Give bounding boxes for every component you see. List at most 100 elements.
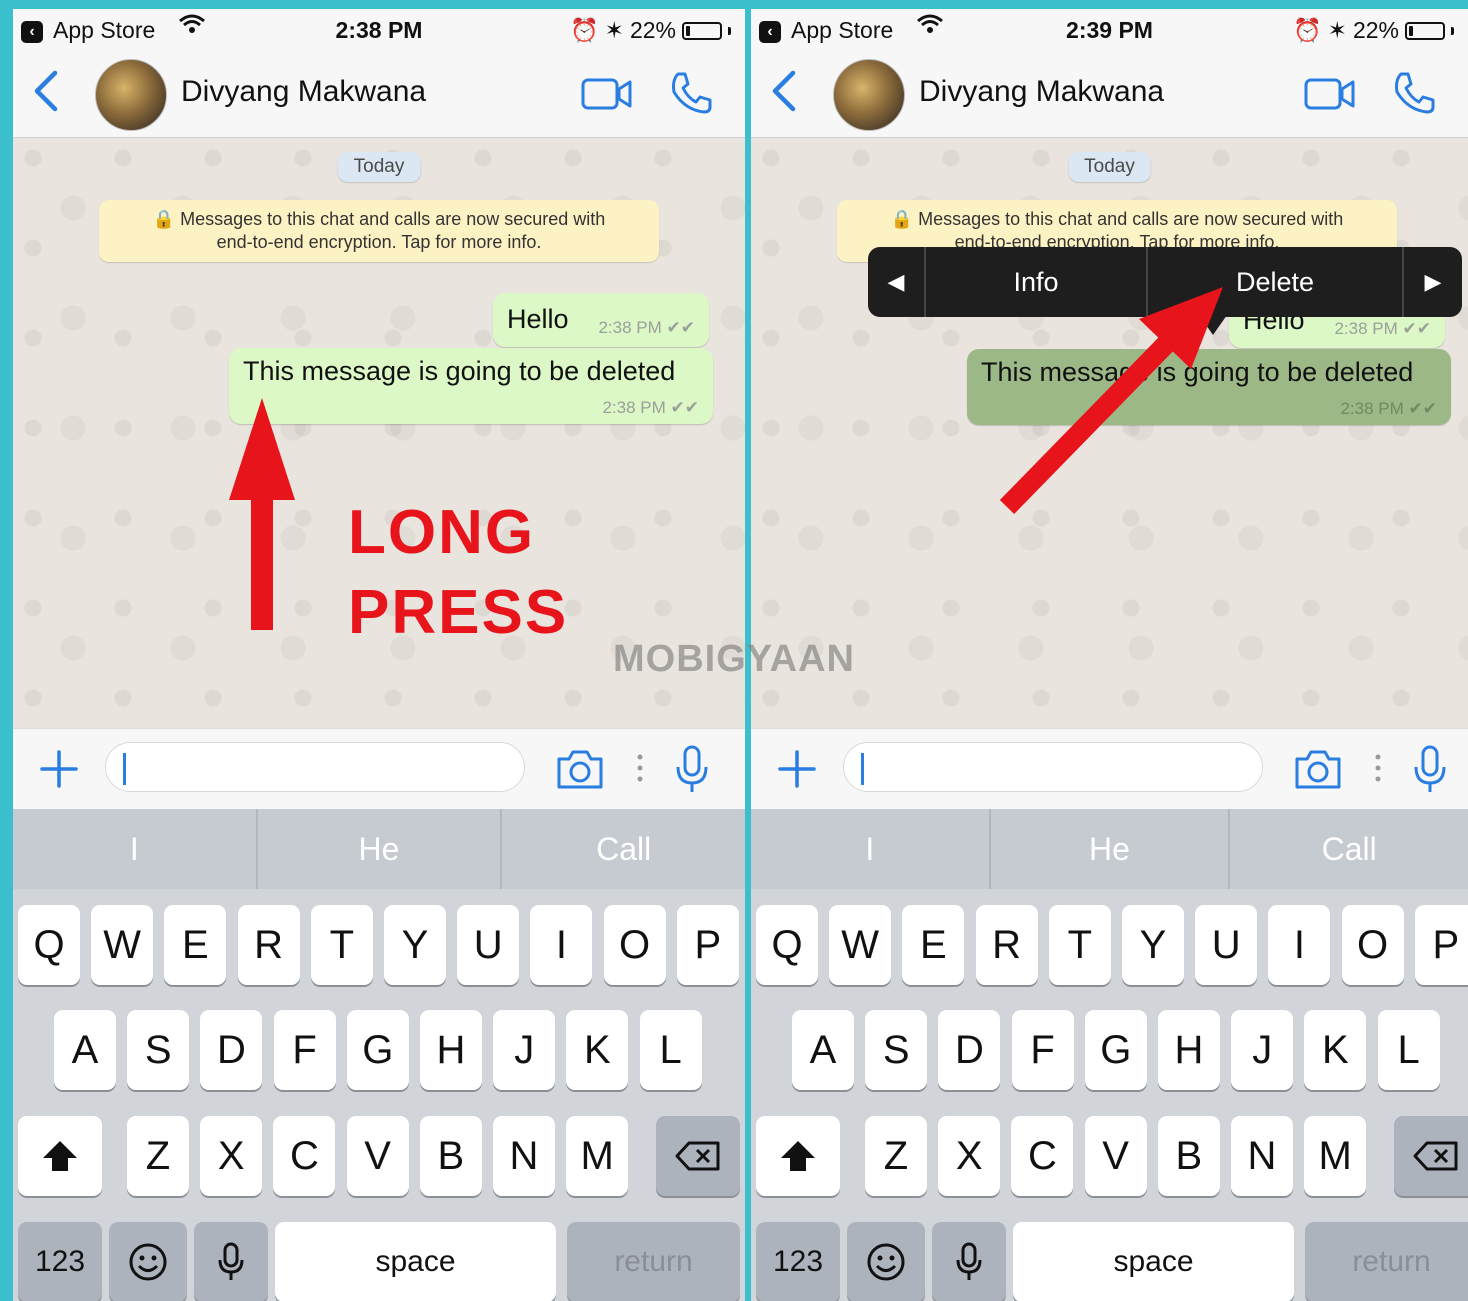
plus-icon[interactable] (777, 749, 817, 789)
key-u[interactable]: U (457, 905, 520, 985)
contact-name[interactable]: Divyang Makwana (919, 75, 1164, 109)
key-s[interactable]: S (865, 1010, 928, 1090)
emoji-key[interactable] (109, 1222, 187, 1301)
return-key[interactable]: return (567, 1222, 740, 1301)
key-k[interactable]: K (566, 1010, 629, 1090)
camera-icon[interactable] (1293, 747, 1343, 791)
microphone-icon[interactable] (675, 745, 709, 795)
key-f[interactable]: F (1011, 1010, 1074, 1090)
key-h[interactable]: H (420, 1010, 482, 1090)
key-q[interactable]: Q (756, 905, 818, 985)
key-f[interactable]: F (273, 1010, 336, 1090)
key-t[interactable]: T (310, 905, 373, 985)
space-key[interactable]: space (275, 1222, 556, 1301)
key-e[interactable]: E (902, 905, 965, 985)
key-n[interactable]: N (1231, 1116, 1293, 1196)
key-a[interactable]: A (792, 1010, 854, 1090)
suggestion-3[interactable]: Call (502, 809, 745, 889)
backspace-key[interactable] (656, 1116, 740, 1196)
key-b[interactable]: B (419, 1116, 482, 1196)
key-i[interactable]: I (530, 905, 593, 985)
key-p[interactable]: P (676, 905, 739, 985)
key-d[interactable]: D (200, 1010, 263, 1090)
key-v[interactable]: V (346, 1116, 409, 1196)
key-m[interactable]: M (1304, 1116, 1367, 1196)
key-c[interactable]: C (1011, 1116, 1074, 1196)
menu-prev-arrow[interactable]: ◀ (868, 247, 924, 317)
menu-info-button[interactable]: Info (926, 247, 1146, 317)
battery-percent: 22% (629, 17, 676, 43)
backspace-key[interactable] (1394, 1116, 1468, 1196)
key-l[interactable]: L (639, 1010, 702, 1090)
key-a[interactable]: A (54, 1010, 116, 1090)
key-r[interactable]: R (237, 905, 300, 985)
key-z[interactable]: Z (127, 1116, 189, 1196)
key-t[interactable]: T (1048, 905, 1111, 985)
key-g[interactable]: G (346, 1010, 409, 1090)
suggestion-bar: I He Call (13, 809, 745, 889)
video-call-icon[interactable] (581, 77, 633, 111)
numbers-key[interactable]: 123 (18, 1222, 102, 1301)
microphone-icon[interactable] (1413, 745, 1447, 795)
key-w[interactable]: W (91, 905, 154, 985)
return-key[interactable]: return (1305, 1222, 1468, 1301)
suggestion-2[interactable]: He (258, 809, 503, 889)
key-r[interactable]: R (975, 905, 1038, 985)
avatar[interactable] (95, 59, 167, 131)
key-g[interactable]: G (1084, 1010, 1147, 1090)
message-input[interactable] (843, 742, 1263, 792)
suggestion-1[interactable]: I (751, 809, 991, 889)
avatar[interactable] (833, 59, 905, 131)
key-b[interactable]: B (1157, 1116, 1220, 1196)
phone-icon[interactable] (669, 71, 713, 115)
key-k[interactable]: K (1304, 1010, 1367, 1090)
suggestion-2[interactable]: He (991, 809, 1231, 889)
suggestion-1[interactable]: I (13, 809, 258, 889)
dictation-key[interactable] (932, 1222, 1006, 1301)
key-h[interactable]: H (1158, 1010, 1220, 1090)
key-v[interactable]: V (1084, 1116, 1147, 1196)
phone-screen-delete-menu: ‹ App Store 2:39 PM ⏰ ✶ 22% Divyang Makw… (751, 9, 1468, 1301)
shift-key[interactable] (18, 1116, 102, 1196)
key-m[interactable]: M (566, 1116, 629, 1196)
key-y[interactable]: Y (1122, 905, 1184, 985)
chat-area[interactable]: Today 🔒 Messages to this chat and calls … (751, 138, 1468, 728)
message-input[interactable] (105, 742, 525, 792)
key-z[interactable]: Z (865, 1116, 927, 1196)
key-o[interactable]: O (1341, 905, 1404, 985)
suggestion-3[interactable]: Call (1230, 809, 1468, 889)
video-call-icon[interactable] (1304, 77, 1356, 111)
back-icon[interactable] (31, 69, 61, 113)
key-x[interactable]: X (938, 1116, 1001, 1196)
key-d[interactable]: D (938, 1010, 1001, 1090)
numbers-key[interactable]: 123 (756, 1222, 840, 1301)
emoji-key[interactable] (847, 1222, 925, 1301)
key-y[interactable]: Y (384, 905, 446, 985)
key-x[interactable]: X (200, 1116, 263, 1196)
plus-icon[interactable] (39, 749, 79, 789)
key-w[interactable]: W (829, 905, 892, 985)
space-key[interactable]: space (1013, 1222, 1294, 1301)
message-bubble-selected[interactable]: This message is going to be deleted 2:38… (967, 349, 1451, 425)
key-j[interactable]: J (493, 1010, 556, 1090)
dictation-key[interactable] (194, 1222, 268, 1301)
key-l[interactable]: L (1377, 1010, 1440, 1090)
key-s[interactable]: S (127, 1010, 190, 1090)
menu-delete-button[interactable]: Delete (1148, 247, 1402, 317)
key-p[interactable]: P (1414, 905, 1468, 985)
shift-key[interactable] (756, 1116, 840, 1196)
back-icon[interactable] (769, 69, 799, 113)
menu-next-arrow[interactable]: ▶ (1404, 247, 1462, 317)
key-u[interactable]: U (1195, 905, 1258, 985)
key-e[interactable]: E (164, 905, 227, 985)
key-j[interactable]: J (1231, 1010, 1294, 1090)
chat-header: Divyang Makwana (13, 51, 745, 138)
key-q[interactable]: Q (18, 905, 80, 985)
key-o[interactable]: O (603, 905, 666, 985)
key-n[interactable]: N (493, 1116, 555, 1196)
contact-name[interactable]: Divyang Makwana (181, 75, 426, 109)
key-c[interactable]: C (273, 1116, 336, 1196)
phone-icon[interactable] (1392, 71, 1436, 115)
key-i[interactable]: I (1268, 905, 1331, 985)
camera-icon[interactable] (555, 747, 605, 791)
